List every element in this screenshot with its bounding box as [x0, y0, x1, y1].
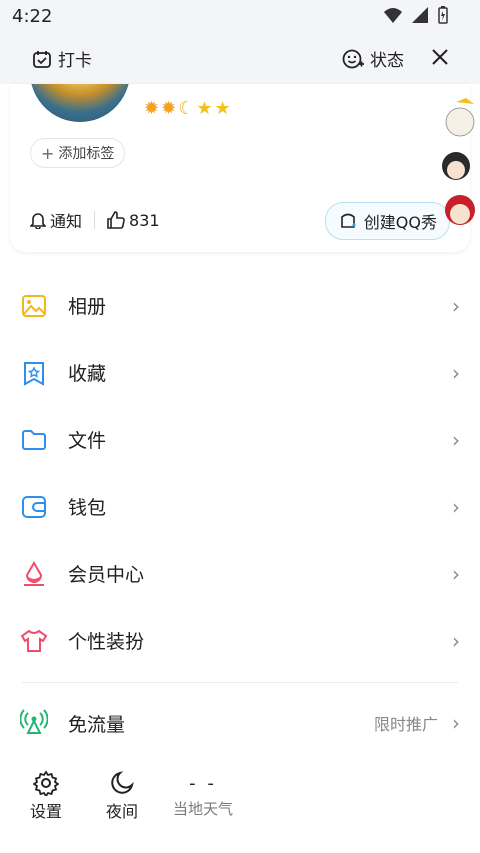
notify-button[interactable]: 通知	[30, 208, 82, 232]
settings-label: 设置	[29, 802, 62, 821]
menu-item-personalize[interactable]: 个性装扮 ›	[0, 607, 480, 674]
menu-item-album[interactable]: 相册 ›	[0, 272, 480, 339]
menu-list: 相册 › 收藏 › 文件 › 钱包 › 会员中心 › 个性装扮 ›	[0, 272, 480, 674]
status-button[interactable]: 状态	[342, 46, 404, 71]
menu-label: 相册	[68, 296, 107, 318]
shirt-icon	[20, 627, 48, 655]
top-bar: 打卡 状态	[0, 34, 480, 84]
menu-label: 会员中心	[68, 564, 145, 586]
weather-value: - -	[189, 772, 217, 794]
menu-item-wallet[interactable]: 钱包 ›	[0, 473, 480, 540]
qq-show-icon	[340, 213, 356, 228]
level-badges: ✹ ✹ ☾ ★ ★	[144, 98, 231, 119]
menu-label: 收藏	[68, 363, 107, 385]
favorite-icon	[20, 359, 48, 387]
smile-plus-icon	[342, 49, 364, 68]
weather-label: 当地天气	[172, 800, 233, 818]
status-time: 4:22	[12, 6, 53, 27]
chevron-right-icon: ›	[452, 711, 460, 735]
plus-icon: +	[41, 143, 55, 163]
star-badge-icon: ★	[196, 98, 213, 119]
calendar-check-icon	[33, 50, 51, 68]
close-icon	[432, 49, 448, 65]
moon-icon	[92, 768, 152, 798]
settings-icon	[16, 768, 76, 798]
create-qq-show-label: 创建QQ秀	[363, 213, 437, 232]
menu-item-files[interactable]: 文件 ›	[0, 406, 480, 473]
folder-icon	[20, 426, 48, 454]
add-tag-label: 添加标签	[58, 146, 115, 162]
signal-icon	[412, 7, 428, 23]
chevron-right-icon: ›	[452, 360, 460, 385]
night-mode-label: 夜间	[105, 802, 138, 821]
signal-tower-icon	[19, 707, 49, 739]
status-bar: 4:22	[0, 0, 480, 34]
chevron-right-icon: ›	[452, 427, 460, 452]
checkin-button[interactable]: 打卡	[32, 46, 92, 71]
free-flow-row[interactable]: 免流量 限时推广 ›	[0, 690, 480, 756]
bottom-tools: 设置 夜间 - - 当地天气	[0, 762, 480, 832]
menu-label: 个性装扮	[68, 631, 145, 653]
checkin-label: 打卡	[58, 51, 92, 71]
sun-badge-icon: ✹	[161, 98, 177, 119]
wallet-icon	[20, 493, 48, 521]
divider	[22, 682, 458, 683]
thumbs-up-icon	[107, 211, 125, 229]
chevron-right-icon: ›	[452, 628, 460, 653]
chevron-right-icon: ›	[452, 494, 460, 519]
likes-count: 831	[129, 210, 160, 230]
battery-icon	[438, 6, 448, 24]
moon-badge-icon: ☾	[178, 98, 195, 119]
status-label: 状态	[370, 51, 404, 71]
add-tag-button[interactable]: + 添加标签	[30, 138, 126, 168]
settings-button[interactable]: 设置	[16, 768, 76, 822]
chibi-characters-image	[442, 98, 475, 225]
avatar[interactable]	[30, 84, 130, 122]
menu-label: 文件	[68, 430, 107, 452]
bell-icon	[30, 213, 46, 229]
free-flow-label: 免流量	[68, 713, 126, 736]
promo-label: 限时推广	[373, 715, 438, 734]
notify-label: 通知	[50, 212, 83, 231]
wifi-icon	[384, 8, 402, 23]
profile-card: ✹ ✹ ☾ ★ ★ + 添加标签 通知 831 创建QQ秀	[10, 84, 470, 252]
vip-icon	[20, 560, 48, 588]
chevron-right-icon: ›	[452, 561, 460, 586]
menu-item-vip-center[interactable]: 会员中心 ›	[0, 540, 480, 607]
close-button[interactable]	[430, 47, 450, 67]
album-icon	[20, 292, 48, 320]
menu-item-favorites[interactable]: 收藏 ›	[0, 339, 480, 406]
star-badge-icon: ★	[214, 98, 231, 119]
chevron-right-icon: ›	[452, 293, 460, 318]
night-mode-button[interactable]: 夜间	[92, 768, 152, 822]
menu-label: 钱包	[68, 497, 107, 519]
sun-badge-icon: ✹	[144, 98, 160, 119]
likes-button[interactable]: 831	[107, 211, 160, 230]
weather-button[interactable]: - - 当地天气	[168, 768, 238, 819]
